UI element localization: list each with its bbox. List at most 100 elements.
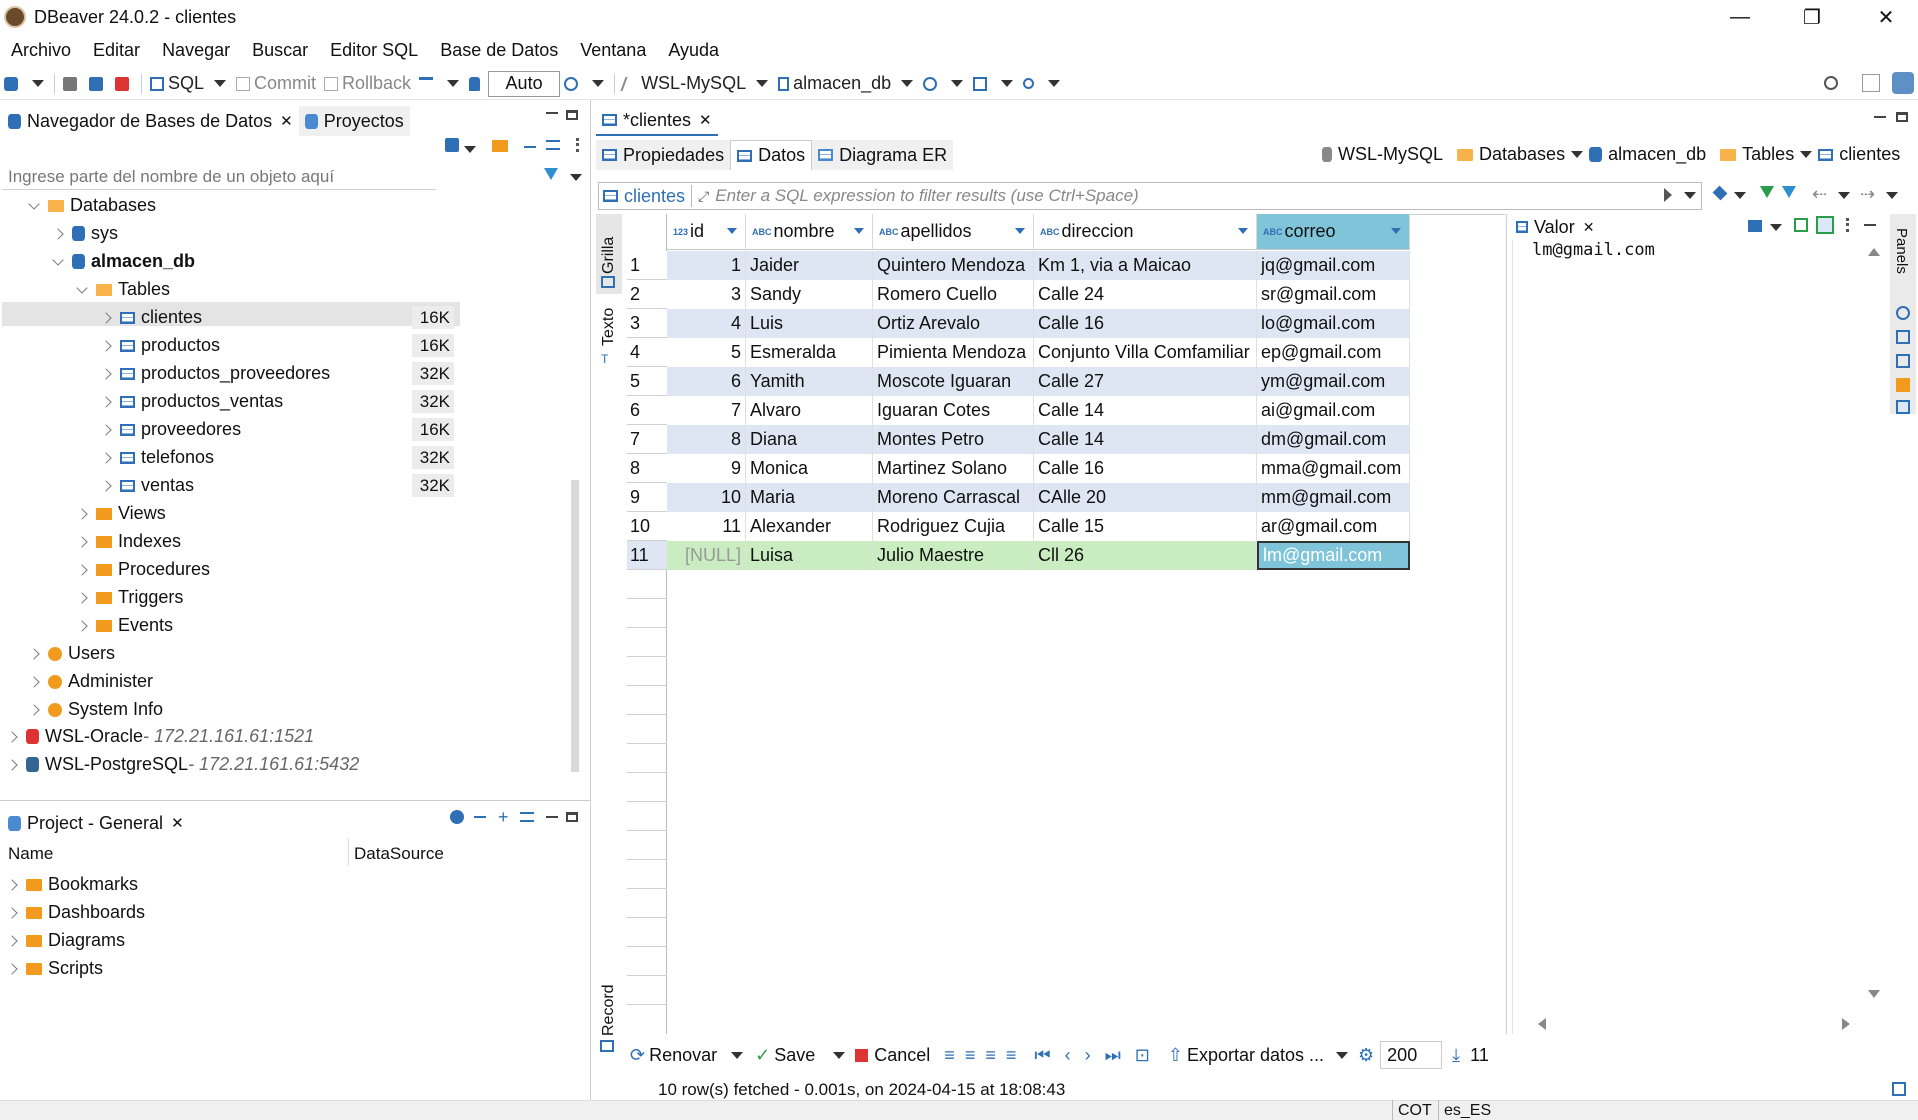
save-button[interactable]: ✓ Save: [755, 1045, 815, 1066]
chevron-down-icon[interactable]: [1770, 224, 1782, 231]
chevron-right-icon[interactable]: [100, 479, 112, 492]
chevron-down-icon[interactable]: [447, 80, 460, 87]
cell-nombre[interactable]: Yamith: [746, 367, 873, 396]
chevron-down-icon[interactable]: [1684, 192, 1696, 199]
cell-correo[interactable]: mm@gmail.com: [1257, 483, 1410, 512]
link-editor-icon[interactable]: [546, 140, 560, 150]
chevron-right-icon[interactable]: [100, 339, 112, 352]
cell-id[interactable]: 7: [667, 396, 746, 425]
maximize-panel-icon[interactable]: [566, 812, 578, 822]
settings-gear-icon[interactable]: ⚙: [1358, 1045, 1374, 1066]
side-tab-grilla[interactable]: Grilla: [596, 214, 622, 294]
transaction-mode-button[interactable]: [415, 70, 441, 98]
minimize-panel-icon[interactable]: [546, 816, 558, 818]
cell-id[interactable]: 6: [667, 367, 746, 396]
chevron-right-icon[interactable]: [6, 758, 18, 771]
chevron-down-icon[interactable]: [52, 253, 64, 266]
chevron-right-icon[interactable]: [100, 451, 112, 464]
chevron-down-icon[interactable]: [28, 197, 40, 210]
chevron-right-icon[interactable]: [6, 962, 18, 975]
tree-administer[interactable]: Administer: [28, 670, 153, 693]
new-folder-icon[interactable]: [492, 140, 508, 152]
cell-nombre[interactable]: Monica: [746, 454, 873, 483]
cell-correo[interactable]: mma@gmail.com: [1257, 454, 1410, 483]
row-number[interactable]: 1: [627, 251, 667, 280]
sort-icon[interactable]: [854, 228, 864, 234]
cell-id[interactable]: 11: [667, 512, 746, 541]
cell-nombre[interactable]: Luisa: [746, 541, 873, 570]
project-diagrams[interactable]: Diagrams: [6, 929, 125, 952]
tree-connection-postgresql[interactable]: WSL-PostgreSQL - 172.21.161.61:5432: [6, 753, 359, 776]
scroll-left-icon[interactable]: [1538, 1018, 1546, 1030]
scroll-up-icon[interactable]: [1868, 248, 1880, 256]
chevron-right-icon[interactable]: [6, 934, 18, 947]
expand-icon[interactable]: ⤢: [698, 188, 709, 205]
cell-id[interactable]: 9: [667, 454, 746, 483]
row-number[interactable]: 2: [627, 280, 667, 309]
breadcrumb-database[interactable]: almacen_db: [1608, 144, 1706, 165]
tree-tables[interactable]: Tables: [76, 278, 170, 301]
chevron-right-icon[interactable]: [100, 423, 112, 436]
chevron-down-icon[interactable]: [214, 80, 227, 87]
cell-nombre[interactable]: Diana: [746, 425, 873, 454]
sql-editor-button[interactable]: SQL: [146, 70, 208, 98]
tree-sys[interactable]: sys: [52, 222, 118, 245]
tree-almacen-db[interactable]: almacen_db: [52, 250, 195, 273]
collapse-all-icon[interactable]: [524, 146, 536, 148]
project-col-name[interactable]: Name: [8, 844, 53, 864]
chevron-down-icon[interactable]: [951, 80, 964, 87]
cell-apellidos[interactable]: Rodriguez Cujia: [873, 512, 1034, 541]
menu-editor-sql[interactable]: Editor SQL: [330, 40, 418, 61]
fetch-size-input[interactable]: 200: [1380, 1041, 1443, 1069]
global-search-icon[interactable]: [1824, 76, 1838, 90]
col-header-direccion[interactable]: ABC direccion: [1034, 214, 1257, 250]
sort-icon[interactable]: [1015, 228, 1025, 234]
chevron-down-icon[interactable]: [76, 281, 88, 294]
cell-apellidos[interactable]: Martinez Solano: [873, 454, 1034, 483]
panel-toggle-icon[interactable]: [1892, 1082, 1906, 1096]
link-icon[interactable]: [520, 812, 534, 822]
row-number[interactable]: 4: [627, 338, 667, 367]
content-viewer-icon[interactable]: [1748, 220, 1762, 232]
tree-system-info[interactable]: System Info: [28, 698, 163, 721]
tree-connection-oracle[interactable]: WSL-Oracle - 172.21.161.61:1521: [6, 725, 314, 748]
cell-correo[interactable]: ym@gmail.com: [1257, 367, 1410, 396]
chevron-right-icon[interactable]: [28, 675, 40, 688]
cell-correo[interactable]: sr@gmail.com: [1257, 280, 1410, 309]
history-button[interactable]: [560, 70, 586, 98]
close-icon[interactable]: ✕: [280, 112, 293, 130]
row-number[interactable]: 11: [627, 541, 667, 570]
chevron-right-icon[interactable]: [100, 367, 112, 380]
perspective-icon[interactable]: [1862, 74, 1880, 92]
chevron-right-icon[interactable]: [100, 395, 112, 408]
next-page-icon[interactable]: ›: [1085, 1045, 1091, 1066]
tree-table-clientes[interactable]: clientes 16K: [100, 306, 560, 329]
chevron-down-icon[interactable]: [1048, 80, 1061, 87]
minimize-button[interactable]: —: [1710, 0, 1770, 34]
scroll-right-icon[interactable]: [1842, 1018, 1850, 1030]
chevron-right-icon[interactable]: [52, 227, 64, 240]
save-value-icon[interactable]: [1794, 218, 1808, 232]
navigator-scrollbar[interactable]: [571, 480, 579, 772]
sort-icon[interactable]: [1238, 228, 1248, 234]
new-connection-icon[interactable]: [445, 138, 459, 152]
cell-apellidos[interactable]: Iguaran Cotes: [873, 396, 1034, 425]
cell-direccion[interactable]: Km 1, via a Maicao: [1034, 251, 1257, 280]
row-number[interactable]: 7: [627, 425, 667, 454]
panel-splitter[interactable]: [590, 100, 591, 1100]
tree-views[interactable]: Views: [76, 502, 166, 525]
close-icon[interactable]: ✕: [1583, 219, 1595, 236]
filter-icon[interactable]: [1760, 186, 1774, 198]
renovar-button[interactable]: ⟳ Renovar: [630, 1045, 717, 1066]
tree-triggers[interactable]: Triggers: [76, 586, 183, 609]
chevron-down-icon[interactable]: [833, 1051, 846, 1059]
cell-id[interactable]: 1: [667, 251, 746, 280]
chevron-right-icon[interactable]: [100, 311, 112, 324]
chevron-down-icon[interactable]: [901, 80, 914, 87]
navigator-filter-input[interactable]: Ingrese parte del nombre de un objeto aq…: [2, 164, 436, 190]
cell-direccion[interactable]: Calle 16: [1034, 454, 1257, 483]
commit-button[interactable]: Commit: [232, 70, 320, 98]
tree-table-productos-ventas[interactable]: productos_ventas 32K: [100, 390, 560, 413]
panel-icon[interactable]: [1896, 378, 1910, 392]
cell-apellidos[interactable]: Moscote Iguaran: [873, 367, 1034, 396]
